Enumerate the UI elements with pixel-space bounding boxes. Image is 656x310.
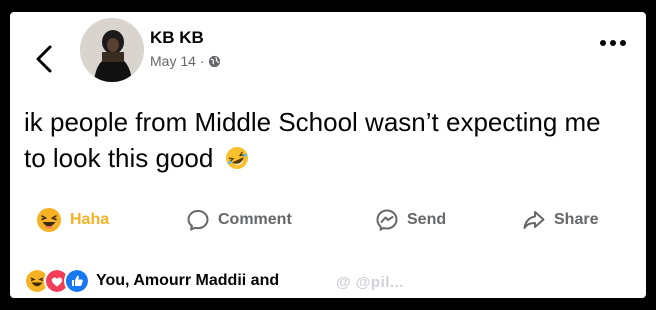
back-arrow-icon[interactable]	[32, 44, 58, 74]
send-button[interactable]: Send	[375, 202, 446, 238]
comment-button[interactable]: Comment	[186, 202, 292, 238]
reaction-summary-text: You, Amourr Maddii and	[96, 272, 280, 289]
globe-icon	[209, 55, 221, 67]
rofl-emoji-icon	[225, 147, 248, 169]
haha-icon	[37, 208, 61, 232]
comment-icon	[187, 210, 209, 231]
post-card: KB KB May 14 · ik people from Middle Sch…	[10, 12, 646, 298]
share-button[interactable]: Share	[522, 202, 598, 238]
more-options-icon[interactable]	[598, 36, 628, 50]
share-label: Share	[554, 211, 599, 228]
like-icon	[64, 268, 90, 294]
send-label: Send	[407, 211, 447, 228]
reaction-summary[interactable]: You, Amourr Maddii and	[24, 268, 279, 294]
post-body: ik people from Middle School wasn’t expe…	[24, 107, 601, 173]
share-arrow-icon	[523, 211, 545, 229]
haha-reaction-button[interactable]: Haha	[36, 202, 109, 238]
reaction-icons	[24, 268, 90, 294]
post-meta: May 14 ·	[150, 53, 221, 69]
post-text: ik people from Middle School wasn’t expe…	[24, 104, 624, 176]
profile-photo	[80, 18, 144, 82]
comment-label: Comment	[218, 211, 292, 228]
messenger-icon	[376, 209, 398, 232]
watermark: @ @pil...	[336, 274, 404, 291]
post-date[interactable]: May 14 ·	[150, 53, 204, 69]
avatar[interactable]	[80, 18, 144, 82]
author-name[interactable]: KB KB	[150, 28, 204, 48]
haha-label: Haha	[70, 211, 110, 228]
post-actions: Haha Comment Send Share	[10, 202, 646, 238]
